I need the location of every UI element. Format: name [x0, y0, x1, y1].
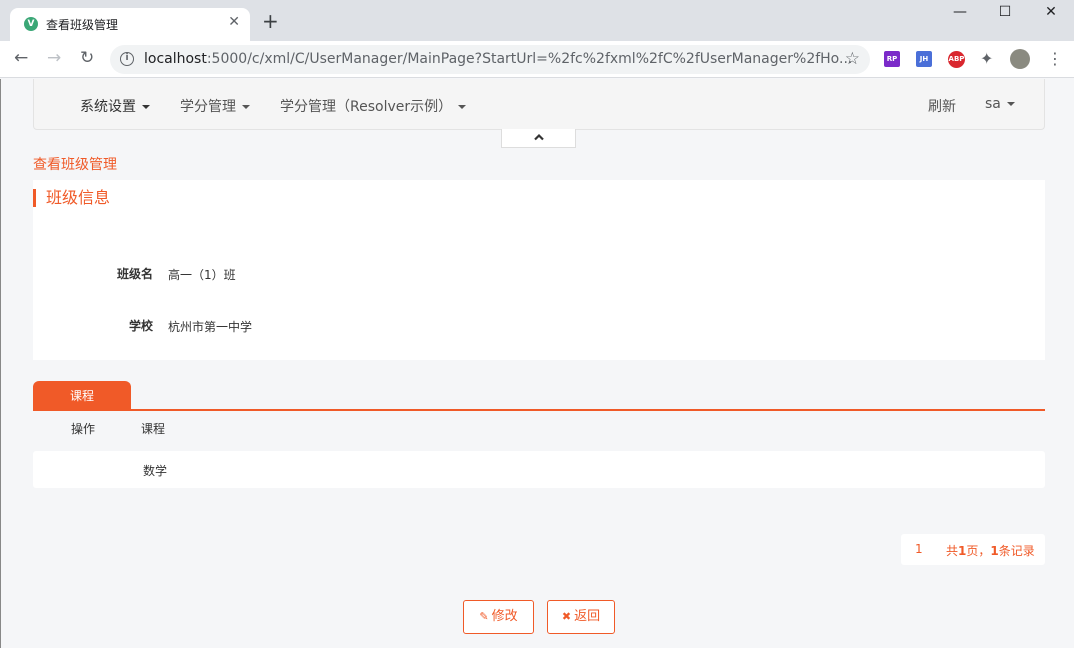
column-header-action: 操作 — [71, 422, 96, 436]
nav-system-settings[interactable]: 系统设置 — [80, 96, 150, 116]
close-icon[interactable]: ✕ — [228, 14, 240, 30]
class-info-card: 班级信息 班级名 高一（1）班 学校 杭州市第一中学 — [33, 180, 1045, 360]
reload-icon[interactable]: ↻ — [80, 48, 94, 68]
row-course-cell: 数学 — [143, 464, 168, 478]
refresh-link[interactable]: 刷新 — [928, 96, 956, 116]
school-label: 学校 — [128, 319, 153, 333]
maximize-icon[interactable]: ☐ — [982, 4, 1028, 20]
browser-tab[interactable]: V 查看班级管理 ✕ — [10, 8, 250, 41]
chevron-up-icon — [533, 133, 544, 141]
detail-tabbar: 课程 — [33, 381, 1045, 411]
edit-button[interactable]: ✎ 修改 — [463, 600, 534, 634]
bookmark-star-icon[interactable]: ☆ — [845, 49, 860, 69]
caret-down-icon — [242, 105, 250, 109]
minimize-icon[interactable]: — — [937, 4, 983, 20]
jh-extension-icon[interactable]: JH — [916, 51, 932, 67]
back-button[interactable]: ✖ 返回 — [547, 600, 615, 634]
school-value: 杭州市第一中学 — [168, 320, 253, 334]
forward-arrow-icon[interactable]: → — [47, 48, 61, 68]
nav-credit-management-resolver[interactable]: 学分管理（Resolver示例） — [280, 96, 467, 116]
class-name-value: 高一（1）班 — [168, 268, 236, 282]
profile-avatar[interactable] — [1010, 49, 1030, 69]
caret-down-icon — [1006, 102, 1015, 106]
top-navbar: 系统设置 学分管理 学分管理（Resolver示例） 刷新 sa — [33, 79, 1045, 130]
url-text[interactable]: localhost:5000/c/xml/C/UserManager/MainP… — [144, 51, 852, 67]
class-name-label: 班级名 — [116, 267, 153, 281]
browser-toolbar: ← → ↻ i localhost:5000/c/xml/C/UserManag… — [0, 41, 1074, 78]
browser-tabstrip: V 查看班级管理 ✕ + — ☐ ✕ — [0, 0, 1074, 41]
back-arrow-icon[interactable]: ← — [14, 48, 28, 68]
address-bar[interactable]: i localhost:5000/c/xml/C/UserManager/Mai… — [110, 45, 870, 74]
caret-down-icon — [458, 105, 467, 109]
pagination: 1 共1页，1条记录 — [901, 534, 1045, 565]
browser-menu-icon[interactable]: ⋮ — [1047, 49, 1063, 68]
rp-extension-icon[interactable]: RP — [884, 51, 900, 67]
user-menu[interactable]: sa — [985, 96, 1015, 112]
app-viewport: 系统设置 学分管理 学分管理（Resolver示例） 刷新 sa 查看班级管理 … — [0, 79, 1074, 648]
section-title: 班级信息 — [33, 189, 110, 207]
adblock-extension-icon[interactable]: ABP — [948, 51, 965, 68]
page-number[interactable]: 1 — [915, 542, 923, 556]
breadcrumb: 查看班级管理 — [33, 157, 117, 173]
column-header-course: 课程 — [141, 422, 166, 436]
close-x-icon: ✖ — [561, 610, 572, 623]
new-tab-plus-icon[interactable]: + — [262, 11, 279, 31]
info-icon[interactable]: i — [120, 52, 134, 66]
tab-title: 查看班级管理 — [46, 18, 119, 32]
table-row: 数学 — [33, 451, 1045, 488]
nav-credit-management[interactable]: 学分管理 — [180, 96, 250, 116]
extensions-puzzle-icon[interactable]: ✦ — [980, 49, 993, 68]
edit-icon: ✎ — [479, 610, 489, 623]
caret-down-icon — [142, 105, 150, 109]
window-close-icon[interactable]: ✕ — [1028, 4, 1074, 20]
vue-favicon-icon: V — [24, 17, 38, 31]
collapse-navbar-button[interactable] — [501, 129, 576, 148]
tab-courses[interactable]: 课程 — [33, 381, 131, 411]
page-summary: 共1页，1条记录 — [946, 544, 1035, 558]
